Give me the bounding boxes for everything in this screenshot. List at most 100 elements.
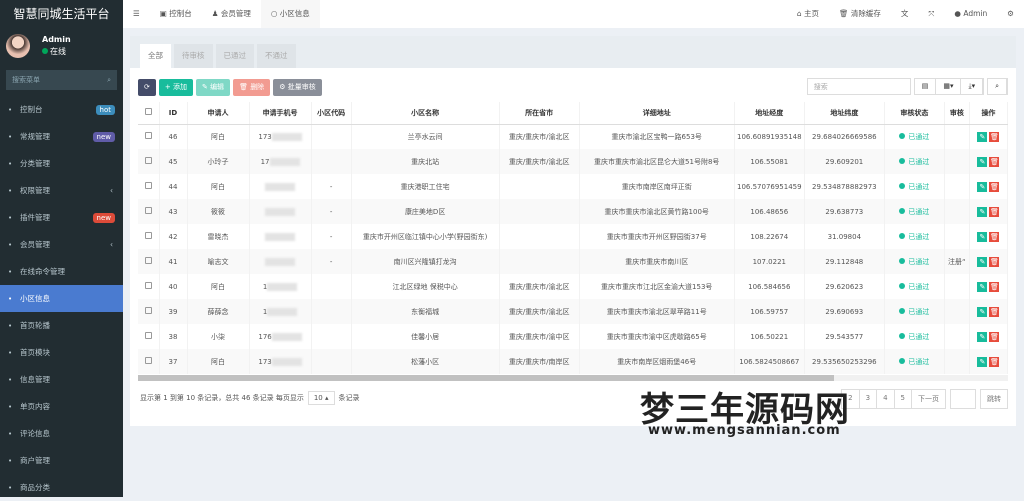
status-link[interactable]: 已通过 (908, 258, 929, 266)
sidebar-item[interactable]: • 常规管理 new (0, 123, 123, 150)
page-button[interactable]: 3 (858, 389, 878, 409)
search-icon[interactable]: ⌕ (107, 70, 111, 90)
delete-row-button[interactable]: 🗑 (989, 356, 1000, 367)
column-header[interactable]: 所在省市 (499, 102, 580, 125)
toggle-sidebar-button[interactable]: ☰ (123, 0, 150, 28)
row-checkbox[interactable] (138, 349, 160, 374)
next-page-button[interactable]: 下一页 (911, 389, 946, 409)
delete-row-button[interactable]: 🗑 (989, 131, 1000, 142)
select-all-checkbox[interactable] (138, 102, 160, 125)
edit-button[interactable]: ✎ 编辑 (195, 79, 231, 96)
sidebar-item[interactable]: • 评论信息 (0, 420, 123, 447)
status-link[interactable]: 已通过 (908, 283, 929, 291)
sidebar-item[interactable]: • 在线命令管理 (0, 258, 123, 285)
delete-row-button[interactable]: 🗑 (989, 231, 1000, 242)
status-link[interactable]: 已通过 (908, 233, 929, 241)
delete-button[interactable]: 🗑 删除 (233, 79, 271, 96)
row-checkbox[interactable] (138, 124, 160, 149)
horizontal-scrollbar[interactable] (138, 375, 1008, 381)
tab-members[interactable]: ♟ 会员管理 (202, 0, 261, 28)
edit-row-button[interactable]: ✎ (977, 131, 988, 142)
column-header[interactable]: 申请人 (187, 102, 250, 125)
edit-row-button[interactable]: ✎ (977, 206, 988, 217)
home-link[interactable]: ⌂ 主页 (787, 0, 829, 28)
row-checkbox[interactable] (138, 274, 160, 299)
column-header[interactable]: ID (159, 102, 188, 125)
row-checkbox[interactable] (138, 199, 160, 224)
table-search-input[interactable]: 搜索 (806, 78, 911, 95)
sidebar-item[interactable]: • 首页模块 (0, 339, 123, 366)
tab-dashboard[interactable]: ▣ 控制台 (150, 0, 202, 28)
edit-row-button[interactable]: ✎ (977, 306, 988, 317)
column-header[interactable]: 小区名称 (351, 102, 500, 125)
status-link[interactable]: 已通过 (908, 183, 929, 191)
sidebar-item[interactable]: • 会员管理 ‹ (0, 231, 123, 258)
column-header[interactable]: 地址纬度 (804, 102, 885, 125)
status-link[interactable]: 已通过 (908, 133, 929, 141)
status-link[interactable]: 已通过 (908, 333, 929, 341)
edit-row-button[interactable]: ✎ (977, 281, 988, 292)
sidebar-item[interactable]: • 控制台 hot (0, 96, 123, 123)
delete-row-button[interactable]: 🗑 (989, 206, 1000, 217)
column-header[interactable]: 申请手机号 (249, 102, 312, 125)
language-icon[interactable]: 文 (891, 0, 919, 28)
scrollbar-thumb[interactable] (138, 375, 834, 381)
row-checkbox[interactable] (138, 299, 160, 324)
column-header[interactable]: 审核 (944, 102, 970, 125)
edit-row-button[interactable]: ✎ (977, 256, 988, 267)
edit-row-button[interactable]: ✎ (977, 231, 988, 242)
edit-row-button[interactable]: ✎ (977, 356, 988, 367)
settings-icon[interactable]: ⚙ (997, 0, 1024, 28)
clear-cache-button[interactable]: 🗑 清除缓存 (829, 0, 891, 28)
menu-search-input[interactable]: 搜索菜单 ⌕ (6, 70, 117, 90)
delete-row-button[interactable]: 🗑 (989, 306, 1000, 317)
refresh-button[interactable]: ⟳ (138, 79, 156, 96)
delete-row-button[interactable]: 🗑 (989, 281, 1000, 292)
batch-review-button[interactable]: ⚙ 批量审核 (273, 79, 322, 96)
column-header[interactable]: 详细地址 (579, 102, 735, 125)
add-button[interactable]: + 添加 (158, 79, 193, 96)
delete-row-button[interactable]: 🗑 (989, 181, 1000, 192)
delete-row-button[interactable]: 🗑 (989, 331, 1000, 342)
row-checkbox[interactable] (138, 224, 160, 249)
tab-community[interactable]: ○ 小区信息 (260, 0, 320, 28)
toggle-view-icon[interactable]: ▤ (915, 79, 937, 94)
sidebar-item[interactable]: • 分类管理 (0, 150, 123, 177)
sidebar-item[interactable]: • 权限管理 ‹ (0, 177, 123, 204)
page-button[interactable]: 4 (876, 389, 895, 409)
delete-row-button[interactable]: 🗑 (989, 156, 1000, 167)
page-button[interactable]: 5 (893, 389, 912, 409)
admin-menu[interactable]: ● Admin (944, 0, 997, 28)
tab-pending[interactable]: 待审核 (174, 44, 213, 68)
sidebar-item[interactable]: • 首页轮播 (0, 312, 123, 339)
row-checkbox[interactable] (138, 149, 160, 174)
columns-icon[interactable]: ▦▾ (936, 79, 962, 94)
row-checkbox[interactable] (138, 174, 160, 199)
status-link[interactable]: 已通过 (908, 208, 929, 216)
jump-page-input[interactable] (950, 389, 976, 409)
page-size-select[interactable]: 10 ▴ (307, 391, 335, 405)
advanced-search-icon[interactable]: ⌕ (988, 79, 1007, 94)
edit-row-button[interactable]: ✎ (977, 156, 988, 167)
tab-approved[interactable]: 已通过 (215, 44, 254, 68)
sidebar-item[interactable]: • 小区信息 (0, 285, 123, 312)
column-header[interactable]: 地址经度 (734, 102, 805, 125)
sidebar-item[interactable]: • 单页内容 (0, 393, 123, 420)
delete-row-button[interactable]: 🗑 (989, 256, 1000, 267)
edit-row-button[interactable]: ✎ (977, 331, 988, 342)
row-checkbox[interactable] (138, 249, 160, 274)
status-link[interactable]: 已通过 (908, 358, 929, 366)
tab-rejected[interactable]: 不通过 (257, 44, 296, 68)
column-header[interactable]: 审核状态 (884, 102, 945, 125)
row-checkbox[interactable] (138, 324, 160, 349)
sidebar-item[interactable]: • 信息管理 (0, 366, 123, 393)
column-header[interactable]: 操作 (969, 102, 1009, 125)
fullscreen-icon[interactable]: ⤧ (918, 0, 944, 28)
column-header[interactable]: 小区代码 (311, 102, 352, 125)
export-icon[interactable]: ⤓▾ (961, 79, 984, 94)
status-link[interactable]: 已通过 (908, 308, 929, 316)
jump-button[interactable]: 跳转 (980, 389, 1008, 409)
edit-row-button[interactable]: ✎ (977, 181, 988, 192)
status-link[interactable]: 已通过 (908, 158, 929, 166)
sidebar-item[interactable]: • 插件管理 new (0, 204, 123, 231)
